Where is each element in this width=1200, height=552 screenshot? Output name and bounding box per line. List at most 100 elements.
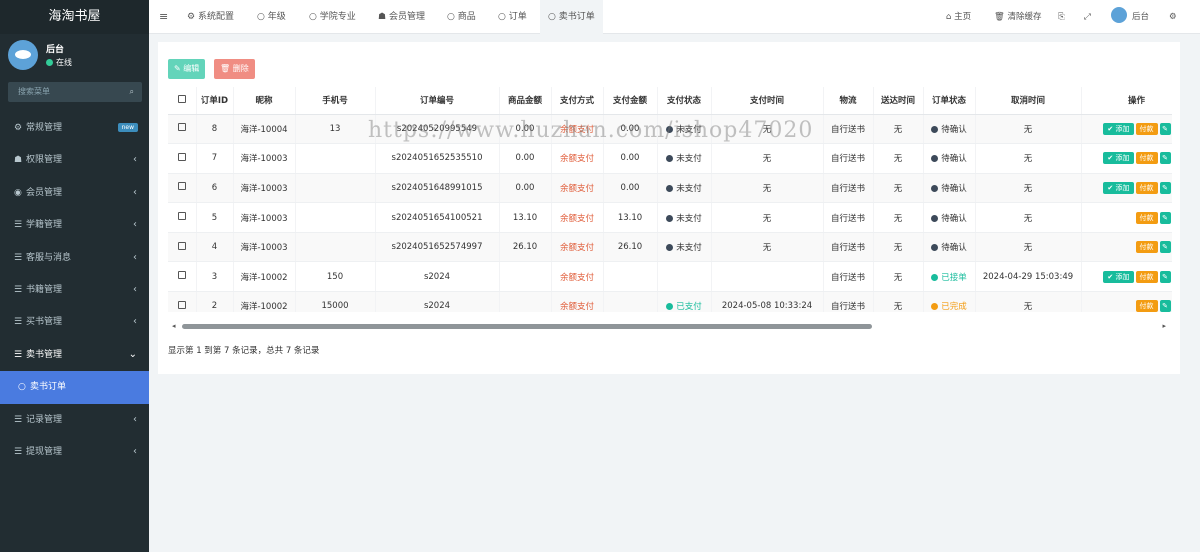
tab-grade[interactable]: ○ 年级 — [257, 0, 286, 34]
sidebar-item-members[interactable]: ◉ 会员管理 ‹ — [0, 177, 149, 209]
cell-pay-amount: 26.10 — [603, 232, 658, 263]
pay-button[interactable]: 付款 — [1135, 270, 1158, 283]
cell-nick: 海洋-10003 — [233, 173, 296, 204]
cell-pay-time: 无 — [711, 232, 824, 263]
pay-button[interactable]: 付款 — [1135, 241, 1158, 254]
cell-order-status: 已完成 — [923, 291, 976, 312]
hamburger-icon[interactable]: ≡ — [159, 0, 168, 34]
pay-button[interactable]: 付款 — [1135, 122, 1158, 135]
gears-icon: ⚙ — [14, 123, 23, 133]
tab-system-config[interactable]: ⚙ 系统配置 — [187, 0, 234, 34]
row-checkbox[interactable] — [168, 232, 197, 263]
cell-order-no: s2024 — [375, 291, 500, 312]
list-icon: ☰ — [14, 317, 23, 328]
fullscreen-icon[interactable]: ⤢ — [1084, 0, 1091, 34]
scrollbar-thumb[interactable] — [182, 324, 872, 329]
col-phone[interactable]: 手机号 — [295, 87, 376, 115]
add-button[interactable]: ✔ 添加 — [1103, 122, 1134, 135]
pagination-info: 显示第 1 到第 7 条记录，总共 7 条记录 — [168, 346, 320, 356]
col-pay-status[interactable]: 支付状态 — [657, 87, 712, 115]
horizontal-scrollbar[interactable]: ◂ ▸ — [172, 322, 1166, 330]
clear-cache-link[interactable]: 🗑 清除缓存 — [994, 0, 1042, 34]
sidebar-item-sell-orders[interactable]: ○ 卖书订单 — [0, 371, 149, 404]
sidebar-item-sell-books[interactable]: ☰ 卖书管理 ⌄ — [0, 339, 149, 371]
col-deliver-time[interactable]: 送达时间 — [873, 87, 924, 115]
cell-logistics: 自行送书 — [823, 143, 874, 174]
col-logistics[interactable]: 物流 — [823, 87, 874, 115]
row-checkbox[interactable] — [168, 261, 197, 293]
edit-pencil-icon[interactable]: ✎ — [1159, 122, 1171, 135]
sidebar-item-withdraw[interactable]: ☰ 提现管理 ‹ — [0, 436, 149, 468]
cell-id: 3 — [196, 261, 234, 293]
row-actions: ✔ 添加付款✎🗑 — [1081, 114, 1172, 145]
sidebar-item-service[interactable]: ☰ 客服与消息 ‹ — [0, 242, 149, 274]
row-actions: 付款✎🗑 — [1081, 232, 1172, 263]
col-pay-method[interactable]: 支付方式 — [551, 87, 604, 115]
scroll-right-icon[interactable]: ▸ — [1162, 322, 1166, 330]
tab-member-admin[interactable]: ☗ 会员管理 — [378, 0, 425, 34]
col-order-status[interactable]: 订单状态 — [923, 87, 976, 115]
col-amount[interactable]: 商品金额 — [499, 87, 552, 115]
edit-button[interactable]: ✎ 编辑 — [168, 59, 206, 79]
col-order-id[interactable]: 订单ID — [196, 87, 234, 115]
table-row: 2 海洋-10002 15000 s2024 余额支付 已支付 2024-05-08 10:… — [168, 291, 1172, 312]
cell-pay-time — [711, 261, 824, 293]
edit-pencil-icon[interactable]: ✎ — [1159, 241, 1171, 254]
user-menu[interactable]: 后台 — [1111, 0, 1149, 34]
cell-deliver-time: 无 — [873, 143, 924, 174]
col-cancel-time[interactable]: 取消时间 — [975, 87, 1082, 115]
settings-gear-icon[interactable]: ⚙ — [1169, 0, 1177, 34]
cell-logistics: 自行送书 — [823, 114, 874, 145]
add-button[interactable]: ✔ 添加 — [1103, 181, 1134, 194]
home-link[interactable]: ⌂ 主页 — [946, 0, 971, 34]
sidebar-search-input[interactable]: 搜索菜单 ⌕ — [8, 82, 142, 102]
select-all-checkbox[interactable] — [168, 87, 197, 115]
users-icon: ☗ — [14, 155, 23, 166]
pay-button[interactable]: 付款 — [1135, 300, 1158, 312]
edit-pencil-icon[interactable]: ✎ — [1159, 211, 1171, 224]
row-checkbox[interactable] — [168, 143, 197, 174]
add-button[interactable]: ✔ 添加 — [1103, 270, 1134, 283]
scroll-left-icon[interactable]: ◂ — [172, 322, 176, 330]
language-icon[interactable]: ⎘ — [1058, 0, 1065, 34]
tab-orders[interactable]: ○ 订单 — [498, 0, 527, 34]
sidebar-item-enrollment[interactable]: ☰ 学籍管理 ‹ — [0, 209, 149, 241]
col-nickname[interactable]: 昵称 — [233, 87, 296, 115]
cell-pay-method: 余额支付 — [551, 261, 604, 293]
row-actions: ✔ 添加付款✎🗑 — [1081, 143, 1172, 174]
edit-pencil-icon[interactable]: ✎ — [1159, 300, 1171, 312]
status-dot-icon — [666, 214, 674, 222]
tab-goods[interactable]: ○ 商品 — [447, 0, 476, 34]
sidebar-item-general[interactable]: ⚙ 常规管理 new — [0, 112, 149, 144]
sidebar-item-buy-books[interactable]: ☰ 买书管理 ‹ — [0, 306, 149, 338]
tab-sell-orders[interactable]: ○ 卖书订单 — [540, 0, 603, 34]
row-checkbox[interactable] — [168, 202, 197, 233]
delete-button[interactable]: 🗑 删除 — [214, 59, 255, 79]
pay-button[interactable]: 付款 — [1135, 181, 1158, 194]
col-order-no[interactable]: 订单编号 — [375, 87, 500, 115]
col-pay-time[interactable]: 支付时间 — [711, 87, 824, 115]
user-panel: 后台 在线 — [0, 34, 149, 76]
sidebar-item-books[interactable]: ☰ 书籍管理 ‹ — [0, 274, 149, 306]
sidebar-item-records[interactable]: ☰ 记录管理 ‹ — [0, 404, 149, 436]
cell-pay-amount — [603, 261, 658, 293]
pay-button[interactable]: 付款 — [1135, 211, 1158, 224]
tab-college-major[interactable]: ○ 学院专业 — [309, 0, 356, 34]
status-dot-icon — [931, 244, 939, 252]
col-pay-amount[interactable]: 支付金额 — [603, 87, 658, 115]
cell-order-status: 待确认 — [923, 232, 976, 263]
row-checkbox[interactable] — [168, 291, 197, 312]
row-actions: 付款✎🗑 — [1081, 291, 1172, 312]
table-row: 6 海洋-10003 s2024051648991015 0.00 余额支付 0.00 未支… — [168, 173, 1172, 204]
cell-nick: 海洋-10004 — [233, 114, 296, 145]
sidebar-item-permissions[interactable]: ☗ 权限管理 ‹ — [0, 144, 149, 176]
chevron-left-icon: ‹ — [133, 445, 137, 457]
cell-order-status: 待确认 — [923, 202, 976, 233]
pay-button[interactable]: 付款 — [1135, 152, 1158, 165]
row-checkbox[interactable] — [168, 173, 197, 204]
add-button[interactable]: ✔ 添加 — [1103, 152, 1134, 165]
edit-pencil-icon[interactable]: ✎ — [1159, 181, 1171, 194]
edit-pencil-icon[interactable]: ✎ — [1159, 152, 1171, 165]
row-checkbox[interactable] — [168, 114, 197, 145]
edit-pencil-icon[interactable]: ✎ — [1159, 270, 1171, 283]
